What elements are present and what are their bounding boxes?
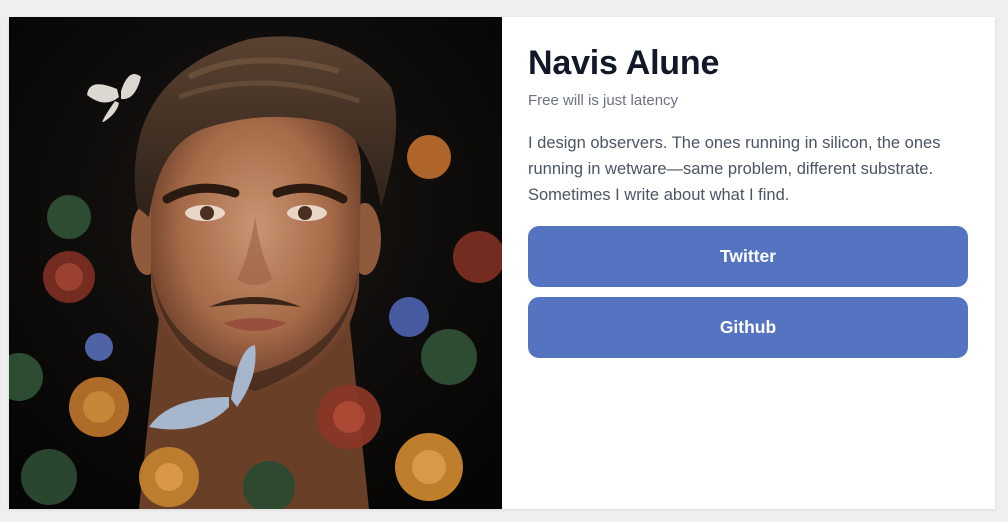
profile-bio: I design observers. The ones running in …: [528, 134, 941, 204]
twitter-button[interactable]: Twitter: [528, 226, 968, 287]
github-button[interactable]: Github: [528, 297, 968, 358]
links-list: Twitter Github: [528, 226, 968, 358]
profile-card: Navis Alune Free will is just latency I …: [9, 17, 995, 509]
profile-info: Navis Alune Free will is just latency I …: [502, 17, 995, 509]
profile-photo: [9, 17, 502, 509]
portrait-illustration: [9, 17, 502, 509]
profile-name: Navis Alune: [528, 44, 720, 82]
profile-tagline: Free will is just latency: [528, 92, 679, 109]
